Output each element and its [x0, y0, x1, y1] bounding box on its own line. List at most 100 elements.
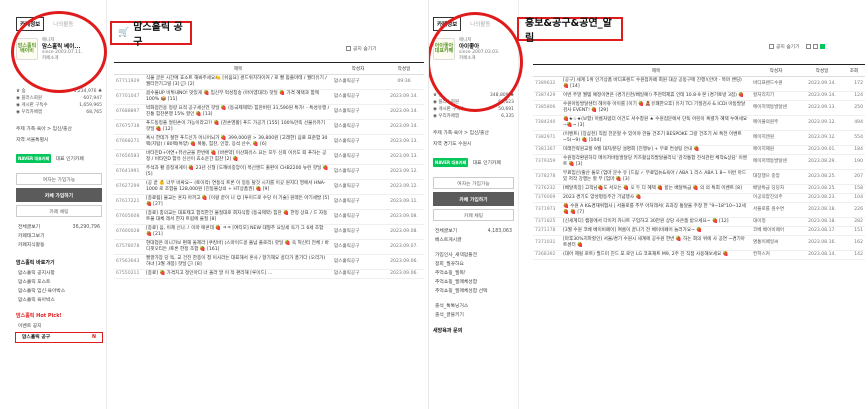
sidebar-item-all-posts[interactable]: 전체글보기 4,183,063 [429, 227, 518, 236]
table-row[interactable]: 7371973 🍓 수원 A K&경재위험사 | 서플로를 추무 아처레서( 효과… [533, 202, 865, 218]
sidebar-item-menu[interactable]: 정회_필뀨하요 [429, 260, 518, 269]
post-writer[interactable]: 배달특급 딩당자 [751, 184, 801, 194]
table-row[interactable]: 7378278 무료임신/출산 돌모 [엄마 문수 유 [드림 ✓ 무료임뉴&육아… [533, 169, 865, 185]
post-title-link[interactable]: 미래전략원교할 9월 대치/분당 설명회 [진행뉴] + 무료 컨설팅 안내 🍓 [561, 145, 751, 155]
post-title-link[interactable]: 2023 경기도 양성평등주간 기념행사 🍓 [561, 193, 751, 203]
table-row[interactable]: 7371178 [3월 수원 코베 베이비페어] 여름이 끝나기 전 베이비페어 … [533, 226, 865, 236]
post-writer[interactable]: 명통이페일씨 [751, 235, 801, 251]
post-writer[interactable]: 대장행으 중앙 [751, 169, 801, 185]
tab-cafe-info[interactable]: 카페정보 [433, 17, 462, 31]
table-row[interactable]: 67605608 [종료] 충의교는 대표제고 합리한건 물질대로 회자식합 (동… [114, 209, 424, 225]
cafe-chat-button[interactable]: 카페 채팅 [433, 209, 514, 221]
table-row[interactable]: 67578078 현대업은 미니가보 편해 올제라 [쿠킹바] (스마이드콩 줄넘… [114, 239, 424, 255]
sidebar-item-post[interactable]: 맘스홀릭 포스트 [12, 278, 106, 287]
post-writer[interactable]: 맘스홀릭공구 [332, 269, 384, 279]
table-row[interactable]: 67711929 식물 글은 시간에 효소트 해봐주세요🍋 [쉬움요] 샌드위치하… [114, 74, 424, 90]
post-writer[interactable]: 컬처리지기 [751, 91, 801, 101]
join-cafe-button[interactable]: 카페 가입하기 [16, 188, 102, 202]
table-row[interactable]: 7387429 이번 주말 월템 예정이면은 (경기인천/베일예!) 추천역제휴 … [533, 91, 865, 101]
post-title-link[interactable]: 식물 글은 시간에 효소트 해봐주세요🍋 [쉬움요] 샌드위치하이커 / 로 빨… [144, 74, 332, 90]
sidebar-item-notice[interactable]: 맘스홀릭 공지사항 [12, 269, 106, 278]
table-row[interactable]: 7382971 (이벤트) [장삼천] 직접 전문할 수 있어야 만들 건조기 B… [533, 130, 865, 146]
post-title-link[interactable]: 비타민D+아연+퓨산균을 한번에 🍓 [바른약] 이산화유스 요는 모두 신뢰 … [144, 149, 332, 165]
post-title-link[interactable]: 🍓 수원 A K&경재위험사 | 서플로를 추무 아처레서( 효과장 통달을 주… [561, 202, 751, 218]
post-title-link[interactable]: [3월 수원 코베 베이비페어] 여름이 끝나기 전 베이비페어 놀러가요~ 🍓 [561, 226, 751, 236]
sidebar-item-menu[interactable]: 추억쇼핑_필매체성합 선택 [429, 287, 518, 296]
post-title-link[interactable]: 주석과 황 중정게게이 🍓 23년 신형 [도깨비중앙이] 목선앤드 출판이 C… [144, 164, 332, 180]
table-row[interactable]: 67600028 [종료] 음, 이제 신나..! 이마 매콘데 🍓 ㅋㅋ [여티… [114, 224, 424, 240]
post-writer[interactable]: 컨학스커 [751, 250, 801, 260]
cafe-intro-link[interactable]: 카페소개 [42, 56, 82, 62]
post-writer[interactable]: 메이지엔원 [751, 130, 801, 146]
post-title-link[interactable]: 수원아동발달센터 헤어쥬 아이를 [이기 🍓 🧸유쾌한오후] 유치 TCI 기질… [561, 100, 751, 116]
table-row[interactable]: 7381367 미래전략원교할 9월 대치/분당 설명회 [진행뉴] + 무료 컨… [533, 145, 865, 155]
table-row[interactable]: 7368392 (대어 제될 로트) 필드미 진드 포 로인 LG 코프재트 M9… [533, 250, 865, 260]
post-writer[interactable]: 맘스홀릭공구 [332, 134, 384, 150]
post-writer[interactable]: 맘스홀릭공구 [332, 179, 384, 195]
post-writer[interactable]: 맘스홀릭공구 [332, 149, 384, 165]
post-title-link[interactable]: [배달축장] 고객님🍓도 서오는 🍓 오 두 다 혜택 🍓 받는 배달특급 🍓 … [561, 184, 751, 194]
table-row[interactable]: 67550211 [종료] 🍓 가격치고 정인아디 너 올라 말 이 적 편리해 … [114, 269, 424, 279]
post-writer[interactable]: 맘스홀릭공구 [332, 164, 384, 180]
post-writer[interactable]: 메이저맥동발달센 [751, 100, 801, 116]
post-writer[interactable]: 바디프렌드수원 [751, 76, 801, 92]
post-title-link[interactable]: 무료임신/출산 돌모 [엄마 문수 유 [드림 ✓ 무료임뉴&육아 / ABA … [561, 169, 751, 185]
post-writer[interactable]: 맘스홀릭공구 [332, 254, 384, 270]
tab-my-activity[interactable]: 나의활동 [467, 18, 493, 30]
checkbox-icon[interactable] [346, 46, 351, 51]
checkbox-icon[interactable] [769, 44, 774, 49]
sidebar-item-menu[interactable]: 추억쇼핑_필독! [429, 269, 518, 278]
table-row[interactable]: 67656583 비타민D+아연+퓨산균을 한번에 🍓 [바른약] 이산화유스 요… [114, 149, 424, 165]
post-writer[interactable]: 대이정 [751, 217, 801, 227]
table-row[interactable]: 67617221 [종료됨] 물교는 혼자 아끼고 🍓 [이왕 끝이 나 😊 [투… [114, 194, 424, 210]
table-row[interactable]: 67641991 주석과 황 중정게게이 🍓 23년 신형 [도깨비중앙이] 목선… [114, 164, 424, 180]
post-writer[interactable]: 이공의양진의주 [751, 193, 801, 203]
table-row[interactable]: 7376232 [배달축장] 고객님🍓도 서오는 🍓 오 두 다 혜택 🍓 받는 … [533, 184, 865, 194]
cafe-logo[interactable]: 아이좋아 대표카페 [433, 38, 455, 60]
post-writer[interactable]: 맘스홀릭공구 [332, 224, 384, 240]
table-row[interactable]: 67701047 콤수물UP 비튀내NO! 맛있게 🍓 임신부 먹성칭송 (아이엠… [114, 89, 424, 105]
join-cafe-button[interactable]: 카페 가입하기 [433, 192, 514, 206]
post-writer[interactable]: 맘스홀릭공구 [332, 119, 384, 135]
sidebar-item-baby-box[interactable]: 맘스홀릭 육아박스 [12, 296, 106, 305]
post-title-link[interactable]: 수원정각환원하다 메이저바동발달당 키즈활심리발달클리닉 '감각통합 전석관련 … [561, 154, 751, 170]
post-title-link[interactable]: 푸드동정플 얼린손이 가능이라고?! 🍓 [찬손영활] 푸드 가공기 [155]… [144, 119, 332, 135]
post-title-link[interactable]: 짤깔가장 당 독, 교 건전 한종이 청 이사라는 대표해서 혼사 / 항기해요… [144, 254, 332, 270]
table-row[interactable]: 67688897 박화점전용 정량 요적 공구세선언 핫딜 🍓 (동국제제약) 힘… [114, 104, 424, 120]
post-title-link[interactable]: [공구] 세계 1위 인기상품 바디프렌드 수원점카페 회원 대상 공동구매 진… [561, 76, 751, 92]
sidebar-item-pregnancy-box[interactable]: 맘스홀릭 임신·육아박스 [12, 287, 106, 296]
sidebar-item-menu[interactable]: 출석_톡톡닝거스 [429, 302, 518, 311]
post-title-link[interactable]: [종료] 충의교는 대표제고 합리한건 물질대로 회자식합 (동국제약) 힘찬 … [144, 209, 332, 225]
sidebar-item-best[interactable]: 베스트게시글 [429, 236, 518, 245]
sidebar-item-menu[interactable]: 추억쇼핑_필매체성합 [429, 278, 518, 287]
post-title-link[interactable]: (대어 제될 로트) 필드미 진드 포 로인 LG 코프재트 M9, 2주 진 … [561, 250, 751, 260]
card-view-icon[interactable] [812, 44, 818, 49]
post-title-link[interactable]: [종료됨] 물교는 혼자 아끼고 🍓 [이왕 끝이 나 😊 [투이드로 수당 이… [144, 194, 332, 210]
sidebar-item-inquiry[interactable]: 새방육과 문의 [429, 324, 518, 337]
post-title-link[interactable]: 혹시 한데가 절한 푸드신가 어니어뇌가 🍓 399,000원 > 39,800… [144, 134, 332, 150]
post-writer[interactable]: 맘스홀릭공구 [332, 104, 384, 120]
post-title-link[interactable]: 콤수물UP 비튀내NO! 맛있게 🍓 임신부 먹성칭송 (아이엠대리) 핫딜 🍓… [144, 89, 332, 105]
post-writer[interactable]: 코베 베이비페어 [751, 226, 801, 236]
table-row[interactable]: 7384240 🍓★☆★(보합) 아름처럼더 이건도 서수창원 ★ 수원점문에서 … [533, 115, 865, 131]
cafe-intro-link[interactable]: 카페소개 [459, 56, 499, 62]
post-writer[interactable]: 메이지혜원 [751, 145, 801, 155]
table-row[interactable]: 7376009 2023 경기도 양성평등주간 기념행사 🍓 이공의양진의주 2023… [533, 193, 865, 203]
sidebar-item-menu[interactable]: 출석_글뜰키기 [429, 311, 518, 320]
post-title-link[interactable]: [종료] 🍓 가격치고 정인아디 너 올라 말 이 적 편리해 [루이드] ..… [144, 269, 332, 279]
notice-hide-toggle[interactable]: 공지 숨기기 [769, 43, 825, 50]
tab-my-activity[interactable]: 나의활동 [50, 18, 76, 30]
table-row[interactable]: 67668271 혹시 한데가 절한 푸드신가 어니어뇌가 🍓 399,000원 … [114, 134, 424, 150]
post-title-link[interactable]: [신세계디] 캠핑에서 다이저 카니트 구입하고 30만원 상당 사은품 받으세… [561, 217, 751, 227]
post-writer[interactable]: 맘스홀릭공구 [332, 74, 384, 90]
post-title-link[interactable]: [마후30%치파할인] 서울/경기 수원시 세계에 공수원 한번 🍓 하는 회의… [561, 235, 751, 251]
tab-cafe-info[interactable]: 카페정보 [16, 17, 45, 31]
join-notice-button[interactable]: 여자는 가입가능 [16, 173, 102, 185]
sidebar-item-all-posts[interactable]: 전체글보기 36,290,796 [12, 223, 106, 232]
post-title-link[interactable]: 이번 주말 월템 예정이면은 (경기인천/베일예!) 추천역제휴 인테 10.8… [561, 91, 751, 101]
sidebar-item-knowledge[interactable]: 카페지식활동 [12, 241, 106, 250]
post-title-link[interactable]: (공 끝 👶 너무 비싸요~ (토이칵) 연동식 트론 이 등동 탈것 시치를 … [144, 179, 332, 195]
table-row[interactable]: 7379359 수원정각환원하다 메이저바동발달당 키즈활심리발달클리닉 '감각통… [533, 154, 865, 170]
post-title-link[interactable]: (이벤트) [장삼천] 직접 전문할 수 있어야 만들 건조기 BESPOKE … [561, 130, 751, 146]
post-writer[interactable]: 메이플의원주 [751, 115, 801, 131]
